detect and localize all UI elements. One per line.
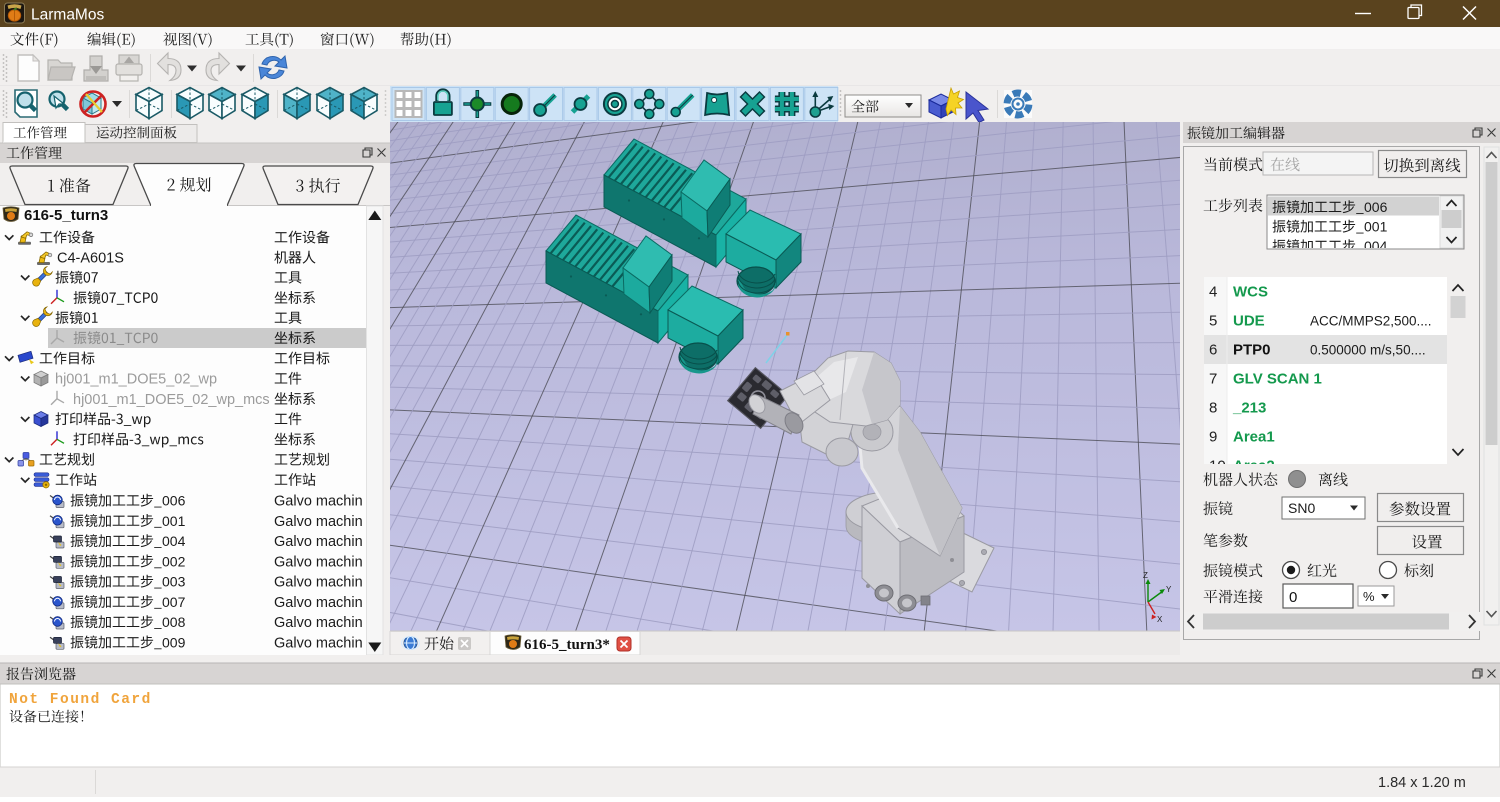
svg-text:0.500000 m/s,50....: 0.500000 m/s,50.... <box>1310 343 1426 358</box>
svg-text:Galvo machin: Galvo machin <box>274 635 363 651</box>
svg-text:C4-A601S: C4-A601S <box>57 251 124 267</box>
svg-text:006: 006 <box>162 493 186 509</box>
svg-text:009: 009 <box>162 634 186 650</box>
svg-text:hj001_m1_DOE5_02_wp: hj001_m1_DOE5_02_wp <box>55 372 217 388</box>
svg-text:Z: Z <box>1143 571 1148 580</box>
svg-text:_213: _213 <box>1232 400 1266 417</box>
svg-text:Galvo machin: Galvo machin <box>274 615 363 631</box>
svg-text:LarmaMos: LarmaMos <box>31 7 104 24</box>
svg-text:Galvo machin: Galvo machin <box>274 534 363 550</box>
svg-text:7: 7 <box>1209 371 1217 388</box>
svg-text:006: 006 <box>1364 199 1388 215</box>
svg-text:002: 002 <box>162 553 186 569</box>
svg-text:007: 007 <box>162 594 186 610</box>
svg-text:8: 8 <box>1209 400 1217 417</box>
svg-text:616-5_turn3: 616-5_turn3 <box>24 207 108 224</box>
svg-text:PTP0: PTP0 <box>1233 342 1271 359</box>
svg-text:WCS: WCS <box>1233 284 1268 301</box>
svg-text:Y: Y <box>1166 585 1172 594</box>
svg-text:6: 6 <box>1209 342 1217 359</box>
svg-text:Galvo machin: Galvo machin <box>274 514 363 530</box>
svg-text:1.84 x 1.20 m: 1.84 x 1.20 m <box>1378 775 1466 791</box>
svg-text:Galvo machin: Galvo machin <box>274 595 363 611</box>
svg-text:4: 4 <box>1209 284 1217 301</box>
svg-text:004: 004 <box>162 533 186 549</box>
svg-text:X: X <box>1157 615 1163 624</box>
svg-text:%: % <box>1363 589 1375 604</box>
svg-text:Not Found Card: Not Found Card <box>9 692 152 708</box>
svg-text:616-5_turn3*: 616-5_turn3* <box>524 637 610 653</box>
svg-text:0: 0 <box>1289 589 1297 606</box>
svg-text:Area1: Area1 <box>1233 429 1275 446</box>
svg-text:hj001_m1_DOE5_02_wp_mcs: hj001_m1_DOE5_02_wp_mcs <box>73 392 270 408</box>
svg-text:GLV SCAN 1: GLV SCAN 1 <box>1233 371 1322 388</box>
svg-text:Galvo machin: Galvo machin <box>274 494 363 510</box>
svg-text:003: 003 <box>162 574 186 590</box>
svg-text:ACC/MMPS2,500....: ACC/MMPS2,500.... <box>1310 314 1432 329</box>
svg-text:Galvo machin: Galvo machin <box>274 554 363 570</box>
svg-text:SN0: SN0 <box>1288 500 1315 516</box>
svg-text:008: 008 <box>162 614 186 630</box>
svg-text:UDE: UDE <box>1233 313 1265 330</box>
svg-text:001: 001 <box>162 513 186 529</box>
svg-text:Galvo machin: Galvo machin <box>274 575 363 591</box>
svg-text:001: 001 <box>1364 219 1388 235</box>
svg-text:5: 5 <box>1209 313 1217 330</box>
svg-text:9: 9 <box>1209 429 1217 446</box>
